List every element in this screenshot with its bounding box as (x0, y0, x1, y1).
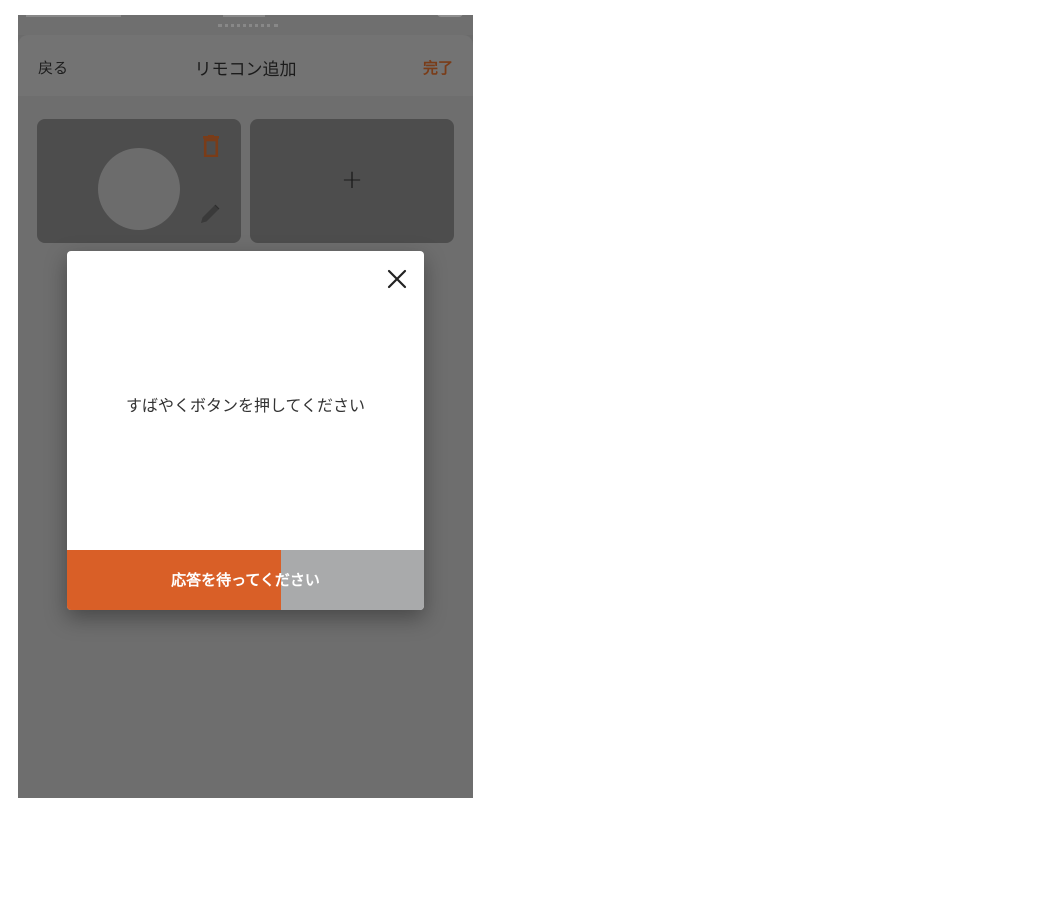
status-bar (18, 15, 473, 35)
battery-icon (437, 15, 463, 17)
status-subtitle (218, 24, 278, 30)
carrier-indicator (26, 15, 121, 17)
navigation-bar: 戻る リモコン追加 完了 (18, 35, 473, 96)
phone-screen: 戻る リモコン追加 完了 + すばやくボタンを押してください 応答を待ってくださ… (18, 15, 473, 798)
add-remote-tile[interactable]: + (250, 119, 454, 243)
dialog-message: すばやくボタンを押してください (125, 396, 366, 415)
learning-dialog: すばやくボタンを押してください 応答を待ってください (67, 251, 424, 610)
pencil-icon[interactable] (197, 201, 223, 227)
close-icon[interactable] (386, 268, 408, 290)
progress-label: 応答を待ってください (171, 571, 320, 589)
status-time (223, 15, 265, 17)
waiting-progress-bar[interactable]: 応答を待ってください (67, 550, 424, 610)
done-button[interactable]: 完了 (423, 57, 453, 78)
remote-tile[interactable] (37, 119, 241, 243)
add-icon: + (341, 165, 363, 195)
page-title: リモコン追加 (194, 60, 297, 80)
remote-image-placeholder (98, 148, 180, 230)
modal-sheet: 戻る リモコン追加 完了 + すばやくボタンを押してください 応答を待ってくださ… (18, 35, 473, 798)
trash-icon[interactable] (203, 135, 219, 157)
